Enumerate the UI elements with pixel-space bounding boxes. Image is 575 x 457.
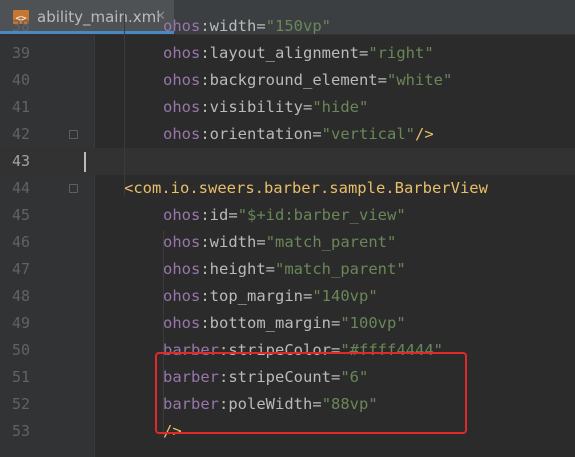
- code-text: ohos:visibility="hide": [163, 94, 368, 121]
- attr-name: background_element: [209, 71, 378, 89]
- colon: :: [200, 206, 210, 224]
- line-number: 53: [11, 422, 30, 440]
- attr-namespace: ohos: [163, 71, 201, 89]
- colon: :: [200, 125, 210, 143]
- attr-namespace: ohos: [163, 206, 201, 224]
- attr-namespace: ohos: [163, 125, 201, 143]
- equals: =: [377, 71, 387, 89]
- attr-value: "$+id:barber_view": [237, 206, 406, 224]
- line-number: 44: [11, 179, 30, 197]
- line-number: 46: [11, 233, 30, 251]
- code-text: ohos:height="match_parent": [163, 256, 406, 283]
- tag-close: />: [415, 125, 434, 143]
- attr-value: "hide": [312, 98, 369, 116]
- attr-namespace: ohos: [163, 44, 201, 62]
- line-number: 41: [11, 98, 30, 116]
- code-line[interactable]: 39 ohos:layout_alignment="right": [0, 40, 575, 67]
- colon: :: [200, 314, 210, 332]
- attr-name: top_margin: [209, 287, 303, 305]
- colon: :: [200, 71, 210, 89]
- equals: =: [358, 44, 369, 62]
- attr-namespace: ohos: [163, 314, 201, 332]
- attr-namespace: ohos: [163, 233, 201, 251]
- attr-name: id: [209, 206, 229, 224]
- attr-namespace: ohos: [163, 17, 201, 35]
- attr-value: "match_parent": [265, 233, 397, 251]
- code-line[interactable]: 45 ohos:id="$+id:barber_view": [0, 202, 575, 229]
- code-line[interactable]: 44 <com.io.sweers.barber.sample.BarberVie…: [0, 175, 575, 202]
- highlight-box: [155, 352, 467, 434]
- attr-namespace: ohos: [163, 260, 201, 278]
- code-text: ohos:width="150vp": [163, 13, 331, 40]
- equals: =: [303, 287, 313, 305]
- code-text: ohos:id="$+id:barber_view": [163, 202, 406, 229]
- attr-value: "vertical": [321, 125, 415, 143]
- attr-name: bottom_margin: [209, 314, 331, 332]
- attr-value: "140vp": [312, 287, 378, 305]
- attr-value: "150vp": [265, 17, 332, 35]
- line-number: 48: [11, 287, 30, 305]
- code-line[interactable]: 41 ohos:visibility="hide": [0, 94, 575, 121]
- equals: =: [331, 314, 341, 332]
- code-line[interactable]: 43: [0, 148, 575, 175]
- attr-value: "100vp": [340, 314, 406, 332]
- colon: :: [200, 233, 210, 251]
- line-number: 39: [11, 44, 30, 62]
- fold-marker-icon[interactable]: [69, 184, 78, 193]
- code-line[interactable]: 47 ohos:height="match_parent": [0, 256, 575, 283]
- line-number: 38: [11, 17, 30, 35]
- attr-name: width: [209, 17, 257, 35]
- attr-value: "match_parent": [275, 260, 406, 278]
- line-number: 43: [11, 152, 30, 170]
- line-number: 47: [11, 260, 30, 278]
- code-line[interactable]: 42 ohos:orientation="vertical"/>: [0, 121, 575, 148]
- attr-name: orientation: [209, 125, 313, 143]
- attr-name: height: [209, 260, 266, 278]
- equals: =: [228, 206, 238, 224]
- attr-namespace: ohos: [163, 98, 201, 116]
- code-line[interactable]: 49 ohos:bottom_margin="100vp": [0, 310, 575, 337]
- line-number: 40: [11, 71, 30, 89]
- code-text: ohos:bottom_margin="100vp": [163, 310, 406, 337]
- attr-namespace: ohos: [163, 287, 201, 305]
- indent-guide: [124, 13, 125, 195]
- attr-value: "right": [368, 44, 434, 62]
- attr-name: layout_alignment: [209, 44, 359, 62]
- equals: =: [303, 98, 313, 116]
- code-text: ohos:top_margin="140vp": [163, 283, 378, 310]
- text-cursor: [84, 152, 86, 172]
- equals: =: [312, 125, 322, 143]
- code-text: ohos:width="match_parent": [163, 229, 396, 256]
- line-number: 52: [11, 395, 30, 413]
- code-line[interactable]: 38 ohos:width="150vp": [0, 13, 575, 40]
- colon: :: [200, 287, 210, 305]
- colon: :: [200, 44, 210, 62]
- code-line[interactable]: 48 ohos:top_margin="140vp": [0, 283, 575, 310]
- line-number: 42: [11, 125, 30, 143]
- code-text: ohos:background_element="white": [163, 67, 452, 94]
- equals: =: [265, 260, 276, 278]
- fold-marker-icon[interactable]: [69, 130, 78, 139]
- attr-value: "white": [387, 71, 453, 89]
- equals: =: [256, 17, 266, 35]
- line-number: 51: [11, 368, 30, 386]
- attr-name: width: [209, 233, 257, 251]
- code-line[interactable]: 40 ohos:background_element="white": [0, 67, 575, 94]
- equals: =: [256, 233, 266, 251]
- colon: :: [200, 17, 210, 35]
- line-number: 50: [11, 341, 30, 359]
- code-text: ohos:layout_alignment="right": [163, 40, 434, 67]
- attr-name: visibility: [209, 98, 303, 116]
- xml-tag: <com.io.sweers.barber.sample.BarberView: [124, 179, 488, 197]
- line-number: 45: [11, 206, 30, 224]
- code-line[interactable]: 46 ohos:width="match_parent": [0, 229, 575, 256]
- code-text: ohos:orientation="vertical"/>: [163, 121, 434, 148]
- line-number: 49: [11, 314, 30, 332]
- colon: :: [200, 260, 210, 278]
- colon: :: [200, 98, 210, 116]
- code-text: <com.io.sweers.barber.sample.BarberView: [124, 175, 488, 202]
